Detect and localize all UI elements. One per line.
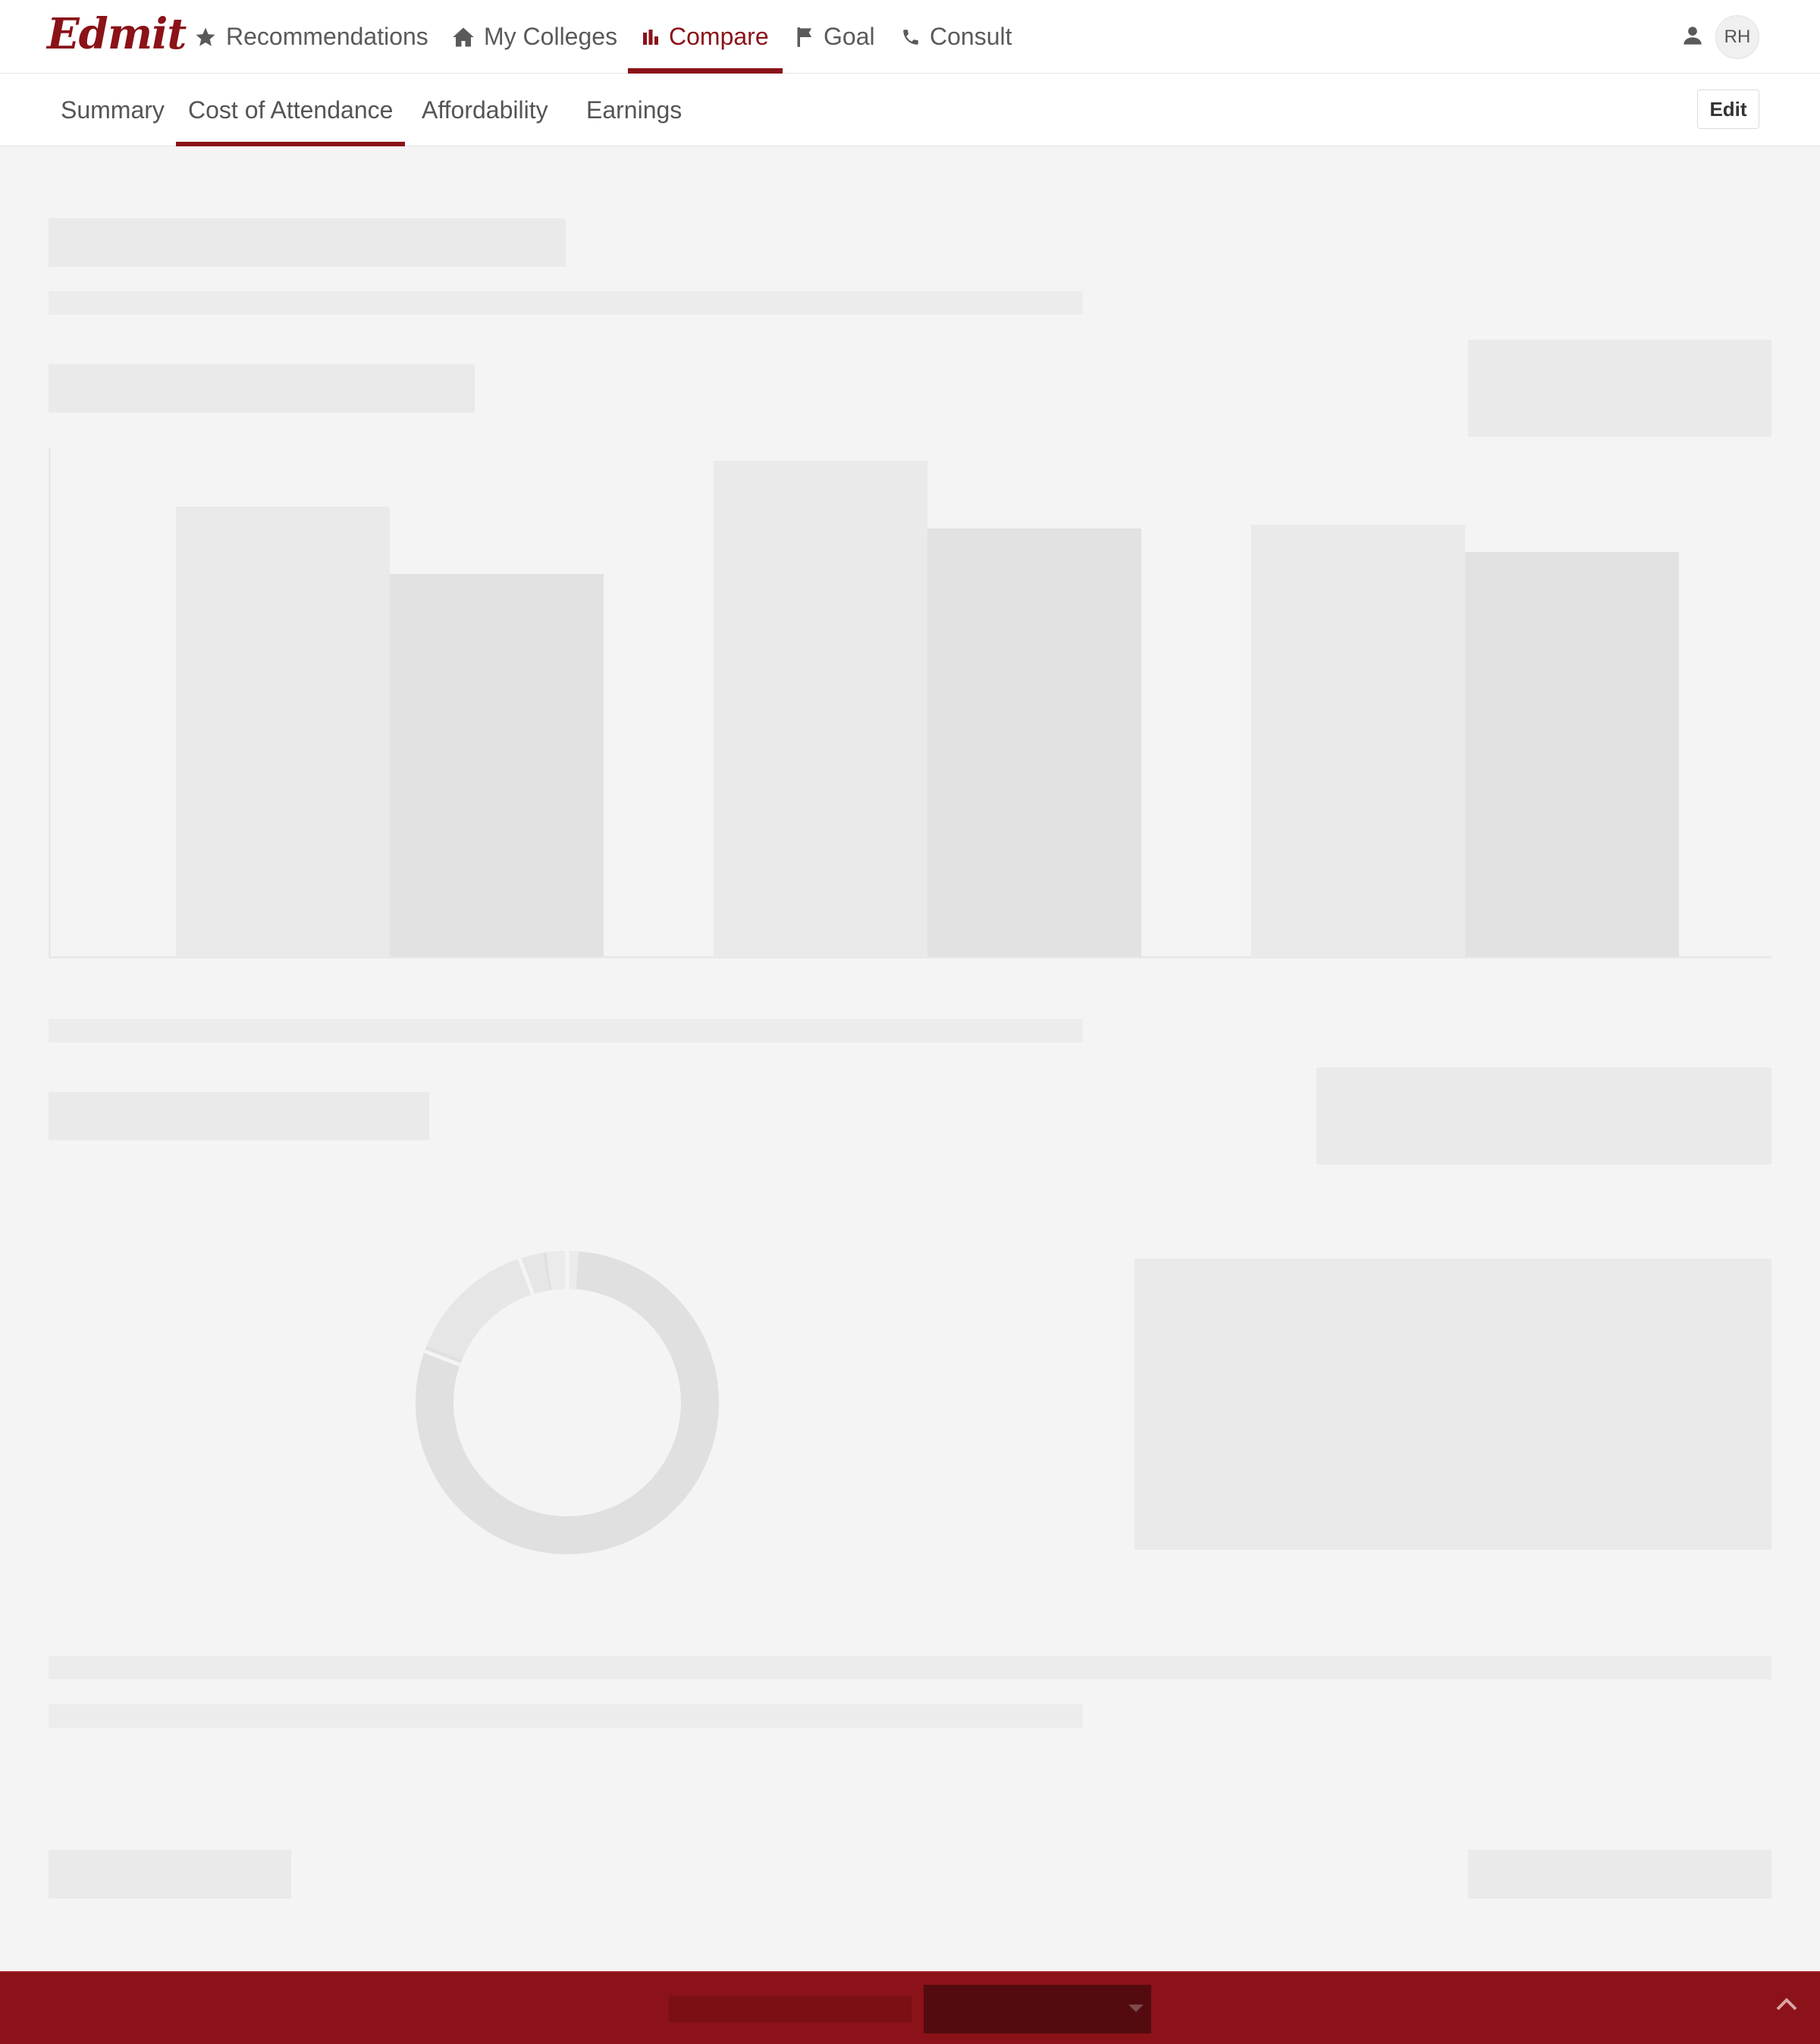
skeleton-subtitle xyxy=(49,364,475,412)
skeleton-bar xyxy=(1465,552,1679,957)
edmit-logo[interactable]: Edmit xyxy=(47,9,187,59)
skeleton-legend-box xyxy=(1134,1259,1771,1550)
skeleton-text-line xyxy=(49,1704,1083,1728)
tab-affordability[interactable]: Affordability xyxy=(422,74,548,146)
skeleton-subtitle xyxy=(49,1092,429,1140)
compare-subnav: Summary Cost of Attendance Affordability… xyxy=(0,74,1820,146)
skeleton-label xyxy=(49,1850,291,1898)
skeleton-bar xyxy=(176,506,390,957)
skeleton-bar xyxy=(927,528,1141,957)
edit-button[interactable]: Edit xyxy=(1697,89,1759,129)
person-icon[interactable] xyxy=(1682,24,1703,51)
skeleton-bar xyxy=(390,574,604,957)
nav-recommendations[interactable]: Recommendations xyxy=(194,0,428,74)
college-select-dropdown[interactable] xyxy=(924,1985,1151,2033)
tab-cost-of-attendance[interactable]: Cost of Attendance xyxy=(175,74,406,146)
skeleton-bar xyxy=(1251,525,1465,957)
skeleton-text-line xyxy=(49,291,1083,315)
bar-chart-icon xyxy=(642,28,660,46)
home-icon xyxy=(452,27,475,48)
top-navigation: Edmit Recommendations My Colleges Compar… xyxy=(0,0,1820,74)
skeleton-control xyxy=(1316,1067,1771,1165)
nav-consult[interactable]: Consult xyxy=(901,0,1012,74)
star-icon xyxy=(194,26,217,49)
avatar[interactable]: RH xyxy=(1715,15,1759,59)
flag-icon xyxy=(796,27,814,48)
skeleton-text-line xyxy=(49,1656,1771,1679)
tab-summary[interactable]: Summary xyxy=(61,74,165,146)
phone-icon xyxy=(901,27,921,47)
tab-earnings[interactable]: Earnings xyxy=(586,74,682,146)
nav-label: Recommendations xyxy=(226,23,428,50)
skeleton-chart-y-axis xyxy=(49,447,51,958)
nav-label: Compare xyxy=(669,23,769,50)
nav-goal[interactable]: Goal xyxy=(796,0,875,74)
skeleton-bar xyxy=(714,461,927,957)
nav-compare[interactable]: Compare xyxy=(628,0,783,74)
chevron-up-icon[interactable] xyxy=(1774,1995,1799,2017)
nav-label: Consult xyxy=(930,23,1012,50)
skeleton-title xyxy=(49,218,566,267)
skeleton-label xyxy=(1468,1850,1771,1898)
skeleton-text-line xyxy=(49,1019,1083,1042)
nav-label: Goal xyxy=(824,23,875,50)
caret-down-icon xyxy=(1127,2003,1145,2017)
skeleton-bar-label xyxy=(669,1996,912,2022)
nav-label: My Colleges xyxy=(484,23,618,50)
skeleton-donut-chart xyxy=(416,1251,719,1554)
skeleton-control xyxy=(1468,340,1771,437)
nav-my-colleges[interactable]: My Colleges xyxy=(452,0,617,74)
bottom-college-bar xyxy=(0,1971,1820,2044)
